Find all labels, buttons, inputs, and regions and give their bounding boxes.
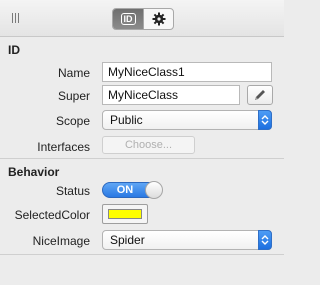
- section-divider: [0, 158, 284, 159]
- nice-image-select-value: Spider: [110, 233, 145, 247]
- edit-super-button[interactable]: [247, 85, 273, 105]
- scope-select-value: Public: [110, 113, 143, 127]
- id-tab-label: ID: [120, 13, 136, 25]
- nice-image-select[interactable]: Spider: [102, 230, 272, 250]
- chevron-up-down-icon: [258, 230, 272, 250]
- interfaces-label: Interfaces: [37, 140, 90, 154]
- status-label: Status: [55, 184, 90, 198]
- color-swatch: [108, 209, 142, 219]
- bottom-divider: [0, 254, 284, 255]
- pencil-icon: [255, 90, 265, 100]
- tab-settings[interactable]: [143, 9, 173, 29]
- tab-id[interactable]: ID: [113, 9, 143, 29]
- drag-handle-icon[interactable]: [12, 13, 22, 23]
- toggle-knob: [145, 181, 163, 199]
- chevron-up-down-icon: [258, 110, 272, 130]
- nice-image-label: NiceImage: [32, 234, 90, 248]
- inspector-toolbar: ID: [0, 0, 284, 37]
- status-toggle[interactable]: ON: [102, 181, 163, 199]
- super-label: Super: [57, 89, 90, 103]
- section-title-id: ID: [8, 43, 20, 57]
- inspector-tab-selector: ID: [112, 8, 174, 30]
- gear-icon: [152, 12, 165, 26]
- name-field[interactable]: MyNiceClass1: [102, 62, 272, 82]
- selected-color-well[interactable]: [102, 204, 148, 224]
- scope-select[interactable]: Public: [102, 110, 272, 130]
- section-title-behavior: Behavior: [8, 165, 60, 179]
- choose-interfaces-button[interactable]: Choose...: [102, 136, 195, 154]
- selected-color-label: SelectedColor: [14, 208, 90, 222]
- super-field[interactable]: MyNiceClass: [102, 85, 240, 105]
- scope-label: Scope: [55, 114, 90, 128]
- status-toggle-text: ON: [116, 184, 134, 196]
- name-label: Name: [57, 66, 90, 80]
